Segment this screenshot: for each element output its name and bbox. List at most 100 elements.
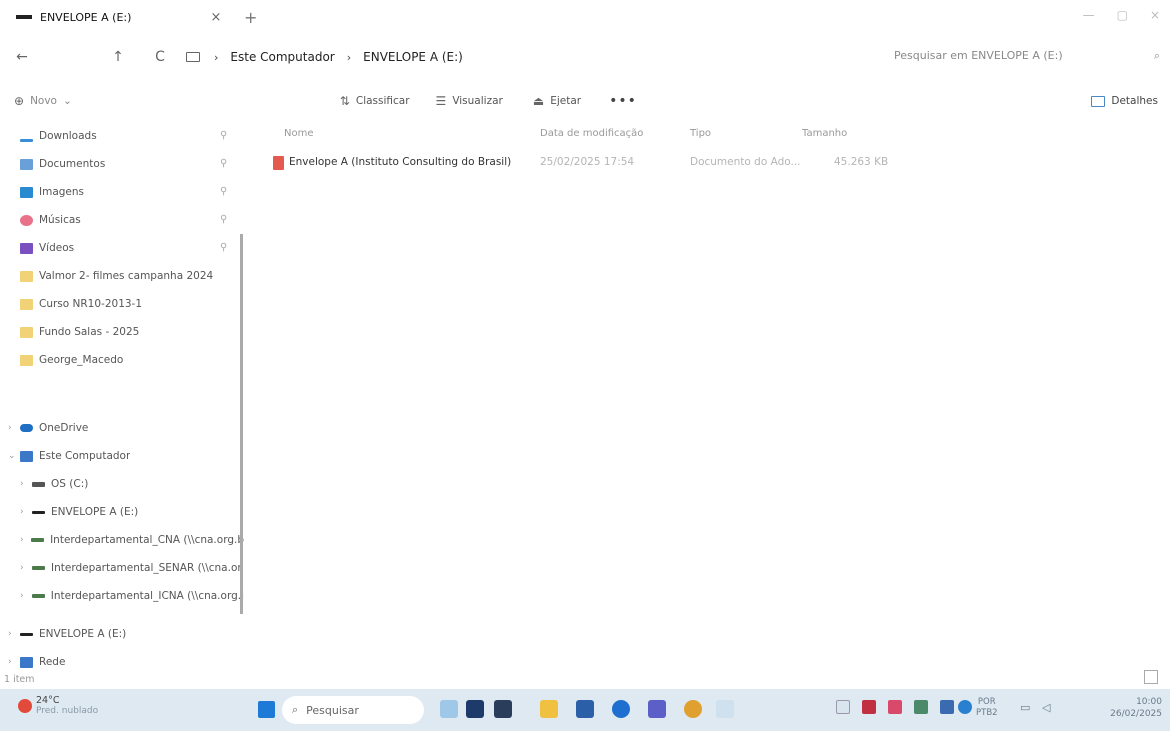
file-name[interactable]: Envelope A (Instituto Consulting do Bras… bbox=[289, 156, 511, 168]
sidebar-item-label: Fundo Salas - 2025 bbox=[39, 326, 140, 338]
taskbar: 24°C Pred. nublado ⌕ Pesquisar POR PTB2 … bbox=[0, 689, 1170, 731]
search-icon[interactable]: ⌕ bbox=[1154, 49, 1160, 63]
search-box[interactable]: Pesquisar em ENVELOPE A (E:) ⌕ bbox=[890, 49, 1160, 63]
sidebar-item-network-drive[interactable]: › Interdepartamental_ICNA (\\cna.org.i bbox=[12, 584, 244, 608]
navigation-bar: ← ↑ C › Este Computador › ENVELOPE A (E:… bbox=[0, 40, 1170, 74]
tray-icon[interactable] bbox=[914, 700, 928, 714]
chevron-down-icon[interactable]: ⌄ bbox=[8, 451, 20, 461]
view-button[interactable]: ☰ Visualizar bbox=[436, 94, 503, 108]
teams-icon[interactable] bbox=[648, 700, 666, 718]
minimize-button[interactable]: — bbox=[1083, 8, 1095, 22]
computer-icon bbox=[20, 450, 33, 462]
sidebar-item-onedrive[interactable]: › OneDrive bbox=[0, 416, 88, 440]
breadcrumb-separator[interactable]: › bbox=[214, 51, 218, 64]
breadcrumb-this-pc[interactable]: Este Computador bbox=[230, 50, 334, 64]
taskbar-search-label: Pesquisar bbox=[306, 703, 359, 717]
drive-icon bbox=[16, 15, 32, 19]
details-view-button[interactable] bbox=[1144, 670, 1158, 684]
column-name[interactable]: Nome bbox=[284, 128, 314, 139]
search-input[interactable]: Pesquisar em ENVELOPE A (E:) bbox=[894, 49, 1063, 63]
chevron-right-icon[interactable]: › bbox=[8, 629, 20, 639]
title-bar: ENVELOPE A (E:) × + — ▢ × bbox=[0, 0, 1170, 34]
chevron-right-icon[interactable]: › bbox=[20, 507, 32, 517]
sidebar-item-this-pc[interactable]: ⌄ Este Computador bbox=[0, 444, 130, 468]
sidebar-item-folder[interactable]: George_Macedo bbox=[0, 348, 123, 372]
sidebar-item-music[interactable]: Músicas bbox=[0, 208, 81, 232]
pin-icon[interactable]: ⚲ bbox=[220, 186, 227, 197]
chevron-right-icon[interactable]: › bbox=[20, 535, 31, 545]
chrome-icon[interactable] bbox=[684, 700, 702, 718]
column-type[interactable]: Tipo bbox=[690, 128, 711, 139]
sidebar-item-videos[interactable]: Vídeos bbox=[0, 236, 74, 260]
up-button[interactable]: ↑ bbox=[100, 49, 136, 65]
sidebar-item-network-drive[interactable]: › Interdepartamental_CNA (\\cna.org.b bbox=[12, 528, 244, 552]
tray-icon[interactable] bbox=[958, 700, 972, 714]
chevron-right-icon[interactable]: › bbox=[20, 479, 32, 489]
tray-icon[interactable] bbox=[940, 700, 954, 714]
sidebar-item-drive-e[interactable]: › ENVELOPE A (E:) bbox=[12, 500, 138, 524]
tray-icon[interactable] bbox=[888, 700, 902, 714]
widgets-icon[interactable] bbox=[440, 700, 458, 718]
sidebar-item-label: Este Computador bbox=[39, 450, 131, 462]
images-icon bbox=[20, 186, 33, 198]
sidebar-item-envelope[interactable]: › ENVELOPE A (E:) bbox=[0, 622, 126, 646]
explorer-tab[interactable]: ENVELOPE A (E:) × bbox=[10, 2, 230, 32]
eject-button[interactable]: ⏏ Ejetar bbox=[533, 94, 581, 108]
more-options-button[interactable]: ••• bbox=[609, 93, 637, 109]
sidebar-scrollbar[interactable] bbox=[240, 234, 243, 614]
tray-icon[interactable] bbox=[836, 700, 850, 714]
file-explorer-icon[interactable] bbox=[540, 700, 558, 718]
maximize-button[interactable]: ▢ bbox=[1117, 8, 1128, 22]
tray-icon[interactable] bbox=[862, 700, 876, 714]
details-button[interactable]: Detalhes bbox=[1091, 95, 1158, 107]
weather-widget[interactable]: 24°C Pred. nublado bbox=[18, 695, 98, 716]
windows-start-icon[interactable] bbox=[258, 701, 275, 718]
breadcrumb-separator[interactable]: › bbox=[347, 51, 351, 64]
tab-title: ENVELOPE A (E:) bbox=[40, 10, 132, 24]
pin-icon[interactable]: ⚲ bbox=[220, 214, 227, 225]
sidebar-item-label: ENVELOPE A (E:) bbox=[39, 628, 127, 640]
monitor-icon[interactable] bbox=[186, 52, 200, 62]
file-row[interactable]: Envelope A (Instituto Consulting do Bras… bbox=[0, 152, 1170, 174]
column-size[interactable]: Tamanho bbox=[802, 128, 847, 139]
word-icon[interactable] bbox=[576, 700, 594, 718]
browser-icon[interactable] bbox=[612, 700, 630, 718]
weather-icon bbox=[18, 698, 32, 713]
chevron-right-icon[interactable]: › bbox=[20, 591, 32, 601]
sidebar-item-network[interactable]: › Rede bbox=[0, 650, 65, 674]
chevron-right-icon[interactable]: › bbox=[20, 563, 32, 573]
breadcrumb-envelope[interactable]: ENVELOPE A (E:) bbox=[363, 50, 463, 64]
chevron-right-icon[interactable]: › bbox=[8, 423, 20, 433]
app-icon[interactable] bbox=[466, 700, 484, 718]
app-icon[interactable] bbox=[716, 700, 734, 718]
sort-button[interactable]: ⇅ Classificar bbox=[340, 94, 410, 108]
sidebar-item-network-drive[interactable]: › Interdepartamental_SENAR (\\cna.or bbox=[12, 556, 244, 580]
network-icon[interactable]: ▭ bbox=[1020, 701, 1030, 714]
details-label: Detalhes bbox=[1111, 95, 1158, 107]
back-button[interactable]: ← bbox=[4, 49, 40, 65]
sidebar-item-drive-c[interactable]: › OS (C:) bbox=[12, 472, 88, 496]
taskbar-search[interactable]: ⌕ Pesquisar bbox=[282, 696, 424, 724]
volume-icon[interactable]: ◁ bbox=[1042, 701, 1050, 714]
language-code: POR bbox=[977, 697, 996, 707]
pin-icon[interactable]: ⚲ bbox=[220, 242, 227, 253]
sidebar-item-folder[interactable]: Valmor 2- filmes campanha 2024 bbox=[0, 264, 213, 288]
new-tab-button[interactable]: + bbox=[244, 8, 257, 27]
folder-icon bbox=[20, 270, 33, 282]
column-date-modified[interactable]: Data de modificação bbox=[540, 128, 643, 139]
sidebar-item-folder[interactable]: Curso NR10-2013-1 bbox=[0, 292, 142, 316]
close-window-button[interactable]: × bbox=[1150, 8, 1160, 22]
refresh-button[interactable]: C bbox=[142, 49, 178, 65]
view-icon: ☰ bbox=[435, 94, 447, 108]
language-indicator[interactable]: POR PTB2 bbox=[976, 697, 998, 719]
network-drive-icon bbox=[31, 594, 45, 598]
clock[interactable]: 10:00 26/02/2025 bbox=[1110, 696, 1162, 720]
sidebar-item-images[interactable]: Imagens bbox=[0, 180, 84, 204]
sort-icon: ⇅ bbox=[339, 94, 350, 108]
sidebar-item-label: ENVELOPE A (E:) bbox=[51, 506, 139, 518]
new-button[interactable]: ⊕ Novo ⌄ bbox=[14, 94, 72, 108]
taskview-icon[interactable] bbox=[494, 700, 512, 718]
chevron-right-icon[interactable]: › bbox=[8, 657, 20, 667]
tab-close-icon[interactable]: × bbox=[208, 10, 224, 25]
sidebar-item-folder[interactable]: Fundo Salas - 2025 bbox=[0, 320, 139, 344]
